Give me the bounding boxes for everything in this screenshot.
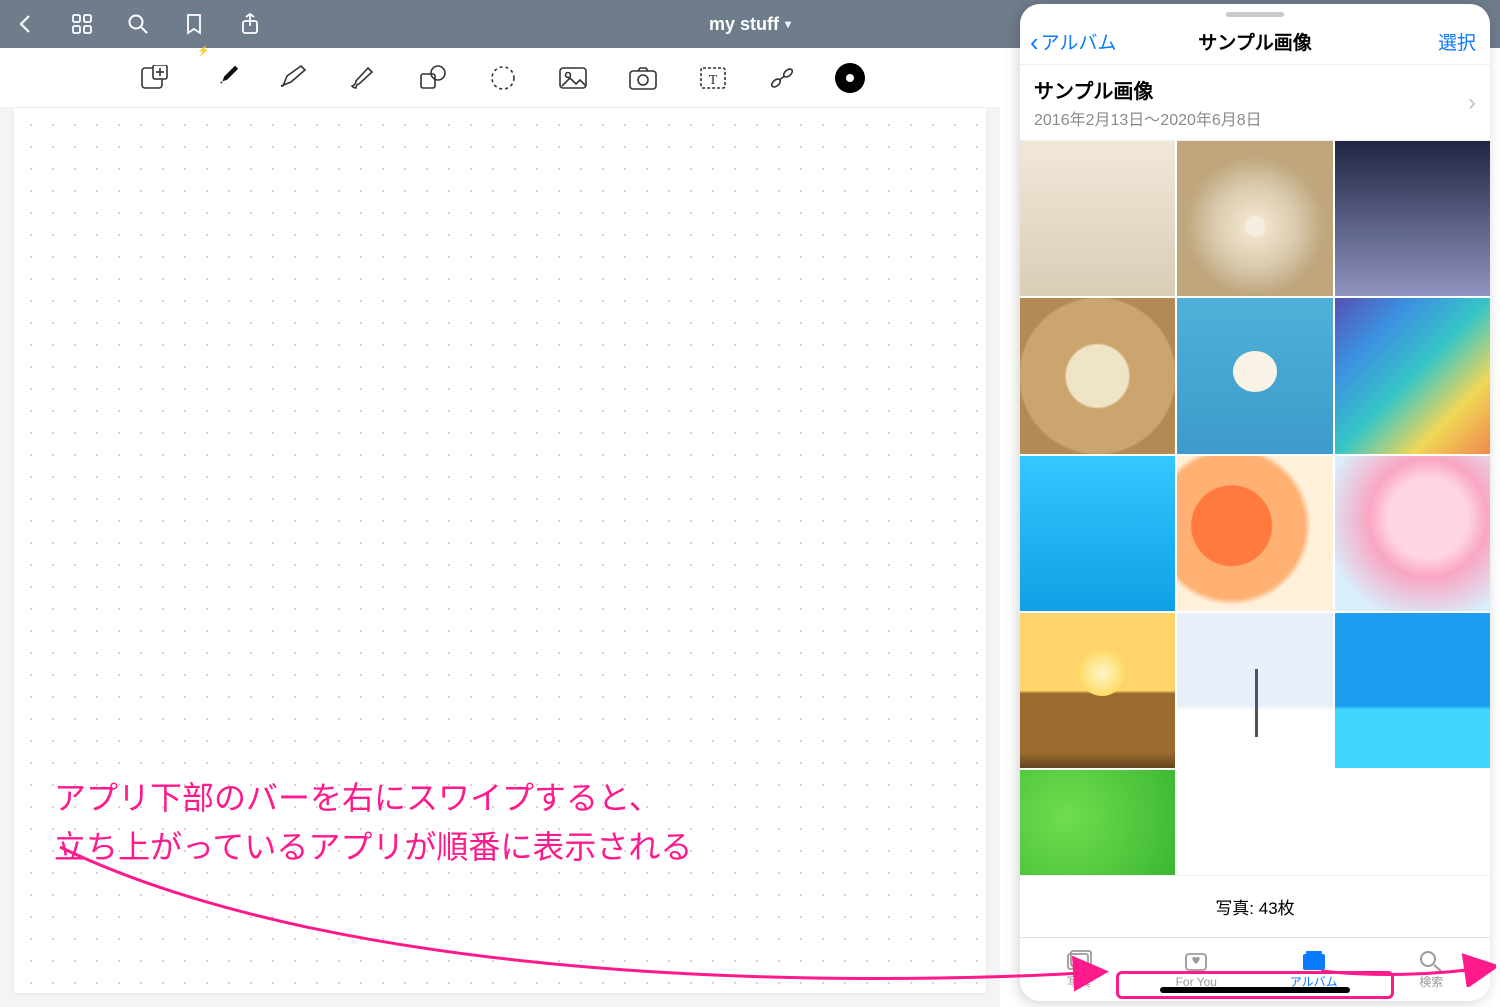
albums-icon (1301, 949, 1327, 971)
album-header-text: サンプル画像 2016年2月13日～2020年6月8日 (1034, 75, 1262, 130)
tab-search[interactable]: 検索 (1373, 938, 1491, 1001)
document-title[interactable]: my stuff ▾ (709, 14, 791, 35)
pen-tool-icon[interactable]: ⚡ (205, 60, 241, 96)
photo-thumbnail[interactable] (1177, 456, 1332, 611)
annotation-line2: 立ち上がっているアプリが順番に表示される (54, 823, 692, 873)
tab-label: 検索 (1419, 973, 1443, 990)
chevron-down-icon: ▾ (785, 17, 791, 31)
photo-thumbnail[interactable] (1177, 141, 1332, 296)
album-name: サンプル画像 (1034, 75, 1262, 104)
svg-text:T: T (709, 73, 718, 88)
brush-tool-icon[interactable] (345, 60, 381, 96)
annotation-line1: アプリ下部のバーを右にスワイプすると、 (54, 774, 692, 824)
text-tool-icon[interactable]: T (695, 60, 731, 96)
photos-title: サンプル画像 (1198, 28, 1311, 55)
annotation-text: アプリ下部のバーを右にスワイプすると、 立ち上がっているアプリが順番に表示される (54, 774, 692, 873)
search-icon (1418, 949, 1444, 971)
photo-count: 写真: 43枚 (1020, 875, 1490, 937)
camera-tool-icon[interactable] (625, 60, 661, 96)
home-indicator-bar[interactable] (1160, 987, 1350, 993)
share-icon[interactable] (236, 10, 264, 38)
back-to-albums-button[interactable]: ‹ アルバム (1030, 28, 1116, 55)
chevron-right-icon: › (1468, 89, 1476, 117)
photo-thumbnail[interactable] (1020, 298, 1175, 453)
image-tool-icon[interactable] (555, 60, 591, 96)
highlighter-tool-icon[interactable] (275, 60, 311, 96)
photo-thumbnail[interactable] (1020, 141, 1175, 296)
topbar-left-group (12, 10, 264, 38)
photos-header: ‹ アルバム サンプル画像 選択 (1020, 19, 1490, 65)
photo-thumbnail[interactable] (1335, 141, 1490, 296)
drag-grabber[interactable] (1226, 12, 1284, 17)
color-swatch-inner (846, 74, 854, 82)
photo-thumbnail[interactable] (1335, 298, 1490, 453)
photo-thumbnail[interactable] (1335, 456, 1490, 611)
album-header-row[interactable]: サンプル画像 2016年2月13日～2020年6月8日 › (1020, 65, 1490, 141)
photo-thumbnail[interactable] (1177, 298, 1332, 453)
foryou-icon (1183, 951, 1209, 973)
color-picker-button[interactable] (835, 63, 865, 93)
lasso-tool-icon[interactable] (485, 60, 521, 96)
bookmark-icon[interactable] (180, 10, 208, 38)
shapes-tool-icon[interactable] (415, 60, 451, 96)
photo-thumbnail[interactable] (1335, 613, 1490, 768)
document-title-text: my stuff (709, 14, 779, 35)
photo-thumbnail[interactable] (1020, 456, 1175, 611)
photos-icon (1066, 949, 1092, 971)
photo-thumbnail[interactable] (1020, 770, 1175, 875)
photo-thumbnail[interactable] (1177, 613, 1332, 768)
album-dates: 2016年2月13日～2020年6月8日 (1034, 106, 1262, 130)
photos-slideover-panel: ‹ アルバム サンプル画像 選択 サンプル画像 2016年2月13日～2020年… (1020, 4, 1490, 1001)
search-icon[interactable] (124, 10, 152, 38)
tab-photos[interactable]: 写真 (1020, 938, 1138, 1001)
grid-icon[interactable] (68, 10, 96, 38)
insert-tool-icon[interactable] (135, 60, 171, 96)
link-tool-icon[interactable] (765, 60, 801, 96)
back-label: アルバム (1041, 28, 1117, 55)
tab-label: 写真 (1067, 973, 1091, 990)
select-button[interactable]: 選択 (1438, 28, 1476, 55)
bluetooth-icon: ⚡ (197, 46, 209, 57)
photo-grid (1020, 141, 1490, 875)
photo-thumbnail[interactable] (1020, 613, 1175, 768)
back-icon[interactable] (12, 10, 40, 38)
tool-row: ⚡ T (0, 48, 1000, 108)
